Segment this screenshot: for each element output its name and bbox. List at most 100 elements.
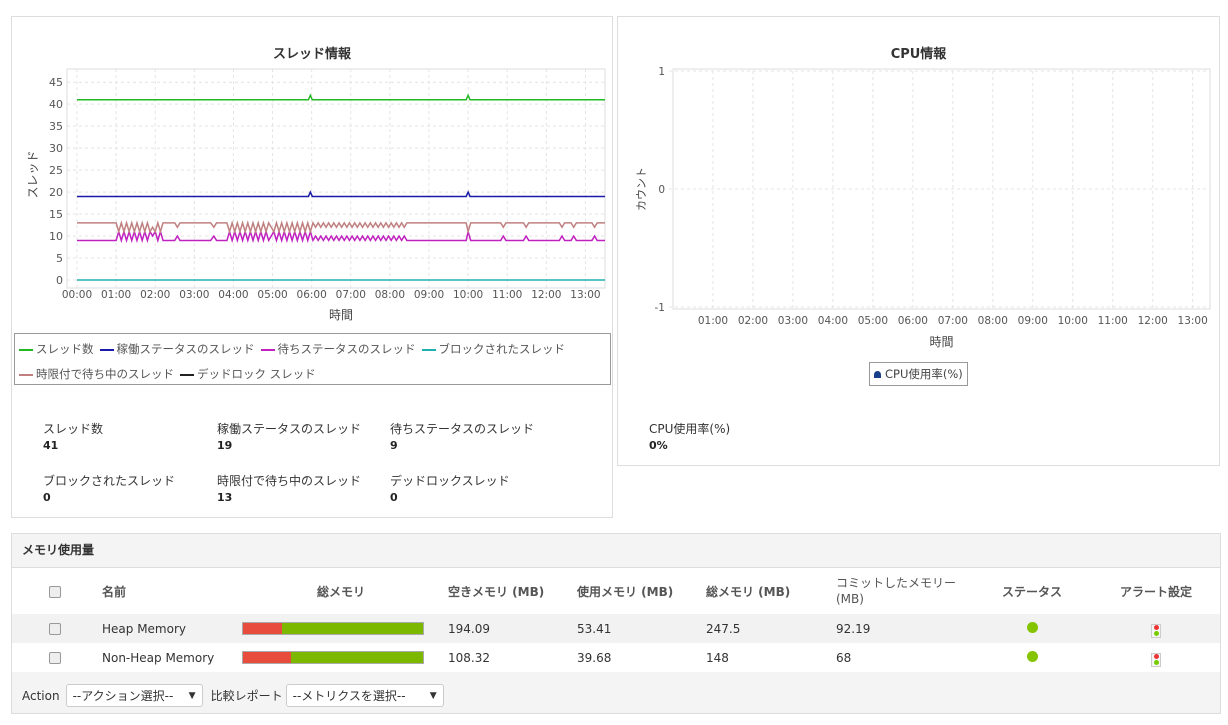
x-tick-label: 13:00 bbox=[570, 289, 600, 301]
legend-marker-icon bbox=[874, 370, 881, 378]
stat-label: ブロックされたスレッド bbox=[43, 474, 176, 488]
legend-item[interactable]: ブロックされたスレッド bbox=[421, 337, 565, 362]
stat-value: 0 bbox=[390, 491, 398, 504]
legend-label: 稼働ステータスのスレッド bbox=[116, 342, 255, 356]
row-total: 148 bbox=[706, 650, 729, 665]
y-tick-label: 10 bbox=[49, 230, 63, 243]
stat-label: デッドロックスレッド bbox=[390, 474, 510, 488]
legend-swatch bbox=[19, 348, 33, 351]
row-used: 39.68 bbox=[577, 650, 612, 665]
x-tick-label: 06:00 bbox=[898, 315, 928, 327]
row-checkbox[interactable] bbox=[49, 623, 61, 635]
stat-cpu-usage: CPU使用率(%) 0% bbox=[649, 420, 730, 452]
memory-usage-bar bbox=[242, 622, 424, 635]
metrics-select[interactable]: --メトリクスを選択-- ▼ bbox=[285, 684, 444, 707]
x-tick-label: 10:00 bbox=[453, 289, 483, 301]
col-alert: アラート設定 bbox=[1119, 584, 1192, 599]
x-tick-label: 13:00 bbox=[1178, 315, 1208, 327]
legend-item[interactable]: 時限付で待ち中のスレッド bbox=[19, 362, 174, 387]
alert-settings-icon[interactable] bbox=[1151, 652, 1161, 667]
row-name: Non-Heap Memory bbox=[102, 650, 215, 665]
x-tick-label: 10:00 bbox=[1058, 315, 1088, 327]
x-axis-label: 時間 bbox=[929, 335, 953, 349]
legend-item[interactable]: 稼働ステータスのスレッド bbox=[99, 337, 255, 362]
row-free: 108.32 bbox=[448, 650, 490, 665]
col-used: 使用メモリ (MB) bbox=[577, 584, 674, 599]
table-row: Non-Heap Memory 108.32 39.68 148 68 bbox=[12, 643, 1220, 672]
legend-item[interactable]: 待ちステータスのスレッド bbox=[260, 337, 416, 362]
stat-label: 待ちステータスのスレッド bbox=[390, 422, 535, 436]
action-label: Action bbox=[22, 688, 60, 703]
x-tick-label: 04:00 bbox=[818, 315, 848, 327]
stat-value: 19 bbox=[217, 439, 233, 452]
alert-settings-icon[interactable] bbox=[1151, 623, 1161, 638]
stat-value: 0 bbox=[43, 491, 51, 504]
memory-panel-title: メモリ使用量 bbox=[12, 534, 1220, 568]
stat-timed-waiting: 時限付で待ち中のスレッド 13 bbox=[217, 472, 361, 504]
col-total: 総メモリ (MB) bbox=[706, 584, 791, 599]
memory-usage-bar bbox=[242, 651, 424, 664]
free-fill bbox=[291, 652, 423, 663]
legend-label: デッドロック スレッド bbox=[197, 367, 316, 381]
row-free: 194.09 bbox=[444, 614, 573, 643]
stat-label: 時限付で待ち中のスレッド bbox=[217, 474, 362, 488]
select-all-checkbox[interactable] bbox=[49, 585, 61, 598]
x-tick-label: 07:00 bbox=[336, 289, 366, 301]
y-tick-label: 35 bbox=[49, 120, 63, 133]
stat-running: 稼働ステータスのスレッド 19 bbox=[217, 420, 361, 452]
legend-label: スレッド数 bbox=[36, 342, 94, 356]
memory-footer: Action --アクション選択-- ▼ 比較レポート --メトリクスを選択-- ▼ bbox=[22, 684, 452, 707]
x-tick-label: 03:00 bbox=[179, 289, 209, 301]
x-tick-label: 01:00 bbox=[101, 289, 131, 301]
cpu-info-panel: CPU情報 1 0 -1 01:00 02:00 03:00 04:00 05:00 06:00… bbox=[617, 16, 1220, 466]
compare-report-label: 比較レポート bbox=[210, 689, 283, 703]
stat-label: CPU使用率(%) bbox=[649, 422, 731, 436]
x-tick-label: 06:00 bbox=[297, 289, 327, 301]
legend-swatch bbox=[19, 373, 33, 376]
x-tick-label: 09:00 bbox=[414, 289, 444, 301]
table-row: Heap Memory 194.09 53.41 247.5 92.19 bbox=[12, 614, 1220, 643]
y-tick-label: 25 bbox=[49, 164, 63, 177]
legend-label: 時限付で待ち中のスレッド bbox=[36, 367, 174, 381]
stat-deadlock: デッドロックスレッド 0 bbox=[390, 472, 510, 504]
plot-area bbox=[66, 68, 606, 289]
status-ok-icon bbox=[1026, 621, 1038, 633]
legend-swatch bbox=[99, 348, 114, 351]
col-free: 空きメモリ (MB) bbox=[448, 584, 545, 599]
y-tick-label: 45 bbox=[49, 76, 63, 89]
memory-usage-panel: メモリ使用量 名前 総メモリ 空きメモリ (MB) 使用メモリ (MB) 総メモ… bbox=[11, 533, 1221, 714]
y-tick-label: 15 bbox=[49, 208, 63, 221]
x-tick-label: 12:00 bbox=[1138, 315, 1168, 327]
legend-item[interactable]: スレッド数 bbox=[19, 337, 94, 362]
legend-swatch bbox=[260, 348, 275, 351]
stat-waiting: 待ちステータスのスレッド 9 bbox=[390, 420, 534, 452]
x-tick-label: 00:00 bbox=[62, 289, 92, 301]
cpu-chart-legend: CPU使用率(%) bbox=[869, 362, 968, 386]
stat-thread-count: スレッド数 41 bbox=[43, 420, 103, 452]
y-tick-label: -1 bbox=[655, 302, 665, 314]
x-tick-label: 02:00 bbox=[738, 315, 768, 327]
legend-swatch bbox=[421, 348, 436, 351]
row-checkbox[interactable] bbox=[49, 652, 61, 664]
x-tick-label: 04:00 bbox=[218, 289, 248, 301]
col-status: ステータス bbox=[1001, 584, 1062, 599]
stat-label: スレッド数 bbox=[43, 422, 104, 436]
used-fill bbox=[243, 652, 292, 663]
row-name: Heap Memory bbox=[98, 614, 238, 643]
col-name: 名前 bbox=[102, 584, 127, 599]
free-fill bbox=[281, 623, 423, 634]
legend-label: CPU使用率(%) bbox=[885, 367, 963, 381]
action-select[interactable]: --アクション選択-- ▼ bbox=[65, 684, 203, 707]
x-tick-label: 01:00 bbox=[698, 315, 728, 327]
stat-label: 稼働ステータスのスレッド bbox=[217, 422, 362, 436]
action-select-value: --アクション選択-- bbox=[72, 689, 174, 703]
x-tick-label: 07:00 bbox=[938, 315, 968, 327]
x-tick-label: 03:00 bbox=[778, 315, 808, 327]
legend-label: 待ちステータスのスレッド bbox=[277, 342, 416, 356]
legend-item[interactable]: デッドロック スレッド bbox=[180, 362, 316, 387]
x-tick-label: 02:00 bbox=[140, 289, 170, 301]
legend-swatch bbox=[180, 373, 194, 376]
stat-blocked: ブロックされたスレッド 0 bbox=[43, 472, 175, 504]
y-tick-label: 20 bbox=[49, 186, 63, 199]
x-axis-label: 時間 bbox=[329, 308, 353, 322]
